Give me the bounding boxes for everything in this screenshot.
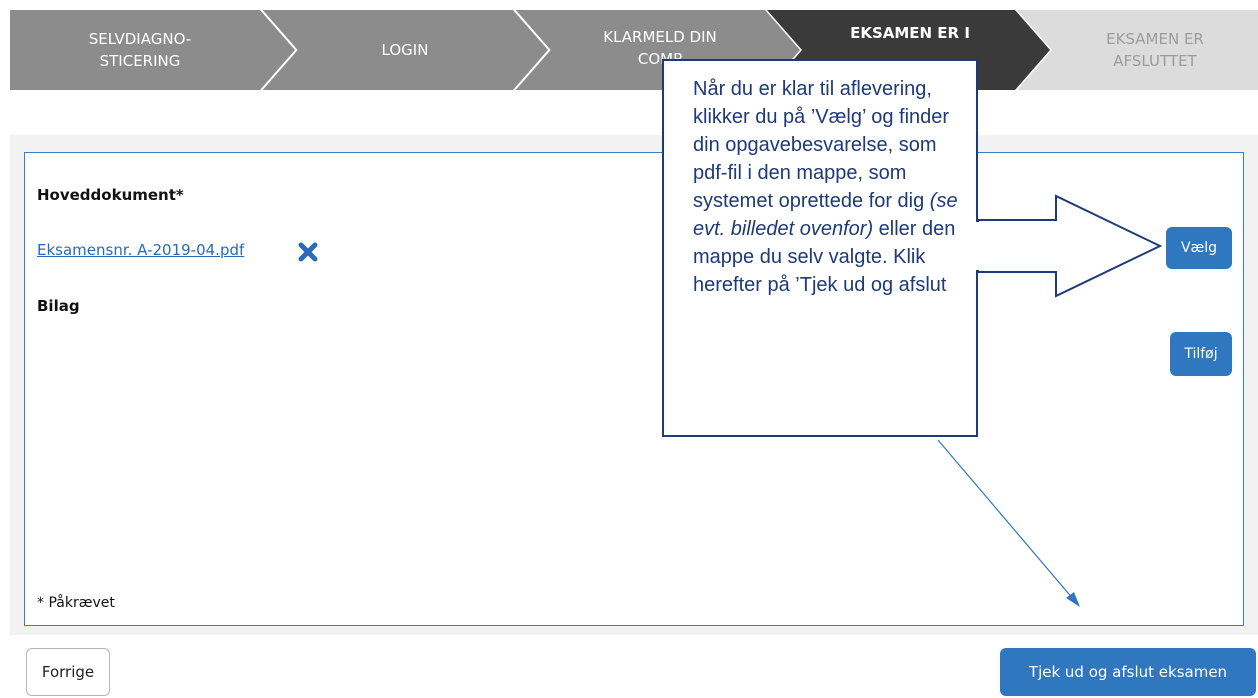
step-exam-finished: EKSAMEN ER AFSLUTTET <box>1106 30 1204 70</box>
main-document-label: Hoveddokument* <box>37 186 184 204</box>
callout-text-main: Når du er klar til aflevering, klikker d… <box>693 78 950 212</box>
progress-steps: SELVDIAGNO- STICERING LOGIN KLARMELD DIN C… <box>10 10 1258 90</box>
callout-text: Når du er klar til aflevering, klikker d… <box>693 75 966 299</box>
attachments-label: Bilag <box>37 297 80 315</box>
close-x-icon[interactable] <box>297 241 319 263</box>
add-attachment-button[interactable]: Tilføj <box>1170 332 1232 376</box>
upload-panel: Hoveddokument* Eksamensnr. A-2019-04.pdf… <box>24 152 1244 626</box>
instruction-callout: Når du er klar til aflevering, klikker d… <box>662 59 978 437</box>
step-login: LOGIN <box>381 41 429 59</box>
step-selfdiagnosis: SELVDIAGNO- STICERING <box>88 30 192 70</box>
required-note: * Påkrævet <box>37 595 115 611</box>
choose-file-button[interactable]: Vælg <box>1166 227 1232 269</box>
uploaded-file-link[interactable]: Eksamensnr. A-2019-04.pdf <box>37 241 244 259</box>
previous-button[interactable]: Forrige <box>26 648 110 696</box>
checkout-button[interactable]: Tjek ud og afslut eksamen <box>1000 648 1256 696</box>
